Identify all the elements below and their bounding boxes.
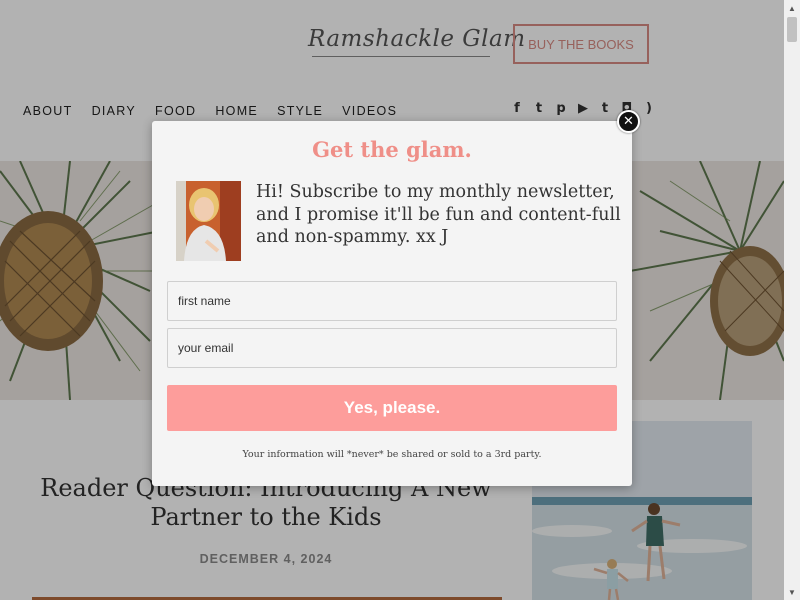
- blog-page: Ramshackle Glam BUY THE BOOKS ABOUT DIAR…: [0, 0, 784, 600]
- scroll-down-arrow-icon[interactable]: ▼: [784, 584, 800, 600]
- page-scrollbar[interactable]: ▲ ▼: [784, 0, 800, 600]
- modal-title: Get the glam.: [312, 137, 472, 162]
- newsletter-modal: Get the glam. Hi! Subscribe to my monthl…: [152, 121, 632, 486]
- privacy-note: Your information will *never* be shared …: [242, 449, 542, 460]
- scroll-up-arrow-icon[interactable]: ▲: [784, 0, 800, 16]
- scroll-thumb[interactable]: [787, 17, 797, 42]
- close-icon[interactable]: ✕: [617, 110, 640, 133]
- email-input[interactable]: [167, 328, 617, 368]
- first-name-input[interactable]: [167, 281, 617, 321]
- author-photo: [176, 181, 241, 261]
- modal-intro-text: Hi! Subscribe to my monthly newsletter, …: [256, 182, 621, 247]
- author-avatar: [176, 181, 241, 261]
- subscribe-button[interactable]: Yes, please.: [167, 385, 617, 431]
